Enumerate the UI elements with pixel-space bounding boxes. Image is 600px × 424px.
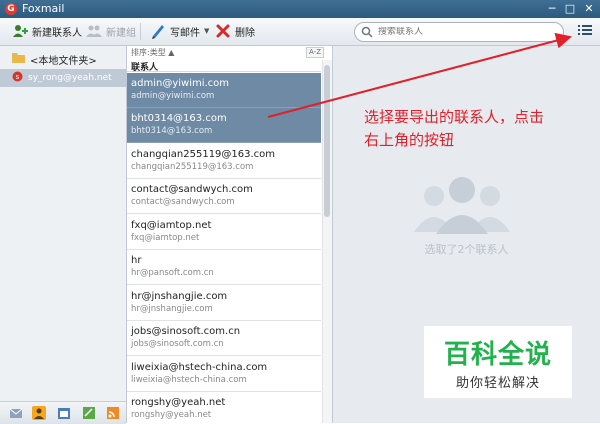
search-box[interactable]	[354, 22, 564, 42]
list-menu-button[interactable]	[575, 22, 595, 40]
contact-row[interactable]: jobs@sinosoft.com.cn jobs@sinosoft.com.c…	[127, 321, 321, 356]
contact-row[interactable]: admin@yiwimi.com admin@yiwimi.com	[127, 73, 321, 108]
contact-email: liweixia@hstech-china.com	[131, 375, 247, 385]
contact-email: hr@pansoft.com.cn	[131, 268, 214, 278]
contacts-icon[interactable]	[32, 406, 46, 420]
local-folder-label: <本地文件夹>	[30, 55, 97, 67]
toolbar: 新建联系人 新建组 写邮件 ▼ 删除	[0, 18, 600, 46]
contact-name: bht0314@163.com	[131, 113, 227, 124]
new-contact-label: 新建联系人	[32, 27, 82, 39]
contact-email: hr@jnshangjie.com	[131, 304, 213, 314]
account-icon: s	[12, 71, 23, 85]
delete-label: 删除	[235, 27, 255, 39]
contact-name: hr	[131, 255, 142, 266]
contact-name: contact@sandwych.com	[131, 184, 253, 195]
contact-email: jobs@sinosoft.com.cn	[131, 339, 224, 349]
selected-contacts-group-icon	[414, 177, 510, 234]
contact-name: liweixia@hstech-china.com	[131, 362, 268, 373]
account-item[interactable]: s sy_rong@yeah.net	[0, 69, 126, 87]
contact-row[interactable]: contact@sandwych.com contact@sandwych.co…	[127, 179, 321, 214]
compose-button[interactable]: 写邮件 ▼	[150, 22, 209, 40]
contact-email: rongshy@yeah.net	[131, 410, 212, 420]
contact-row[interactable]: rongshy@yeah.net rongshy@yeah.net	[127, 392, 321, 423]
contact-name: rongshy@yeah.net	[131, 397, 226, 408]
contact-row[interactable]: hr hr@pansoft.com.cn	[127, 250, 321, 285]
toolbar-separator	[140, 23, 141, 40]
contact-email: bht0314@163.com	[131, 126, 213, 136]
annotation-line: 选择要导出的联系人，点击	[364, 108, 545, 126]
sidebar-bottom-bar	[0, 401, 126, 424]
folder-icon	[12, 52, 25, 66]
contacts-group-header: 联系人	[127, 60, 321, 73]
contact-name: hr@jnshangjie.com	[131, 291, 228, 302]
maximize-button[interactable]: □	[563, 2, 577, 16]
svg-text:s: s	[16, 73, 20, 81]
contact-row[interactable]: bht0314@163.com bht0314@163.com	[127, 108, 321, 143]
az-index-button[interactable]: A-Z	[306, 47, 324, 58]
foxmail-logo-icon: G	[5, 3, 17, 15]
contact-row[interactable]: liweixia@hstech-china.com liweixia@hstec…	[127, 357, 321, 392]
account-label: sy_rong@yeah.net	[28, 73, 112, 83]
close-button[interactable]: ✕	[582, 2, 596, 16]
new-contact-button[interactable]: 新建联系人	[12, 22, 82, 40]
search-icon	[360, 25, 374, 39]
contact-list-pane: 排序:类型 ▲ A-Z 联系人 admin@yiwimi.com admin@y…	[127, 46, 333, 423]
pen-icon	[150, 23, 166, 39]
title-bar: G Foxmail ─ □ ✕	[0, 0, 600, 18]
scrollbar[interactable]	[322, 60, 332, 423]
new-group-label: 新建组	[106, 27, 136, 39]
contact-email: contact@sandwych.com	[131, 197, 235, 207]
sort-bar: 排序:类型 ▲ A-Z	[127, 46, 332, 59]
selection-count-text: 选取了2个联系人	[424, 243, 509, 256]
new-group-button[interactable]: 新建组	[86, 22, 136, 40]
contact-row[interactable]: hr@jnshangjie.com hr@jnshangjie.com	[127, 286, 321, 321]
contact-email: changqian255119@163.com	[131, 162, 254, 172]
local-folder-item[interactable]: <本地文件夹>	[0, 49, 126, 69]
rss-icon[interactable]	[106, 406, 120, 420]
menu-list-icon	[578, 24, 592, 39]
contact-name: admin@yiwimi.com	[131, 78, 230, 89]
watermark-subtitle: 助你轻松解决	[455, 376, 540, 391]
delete-button[interactable]: 删除	[215, 22, 255, 40]
chevron-down-icon[interactable]: ▼	[204, 27, 209, 35]
contact-row[interactable]: changqian255119@163.com changqian255119@…	[127, 144, 321, 179]
contact-name: fxq@iamtop.net	[131, 220, 212, 231]
contact-name: changqian255119@163.com	[131, 149, 276, 160]
contact-row[interactable]: fxq@iamtop.net fxq@iamtop.net	[127, 215, 321, 250]
minimize-button[interactable]: ─	[545, 2, 559, 16]
contact-email: fxq@iamtop.net	[131, 233, 200, 243]
search-input[interactable]	[374, 27, 562, 37]
calendar-icon[interactable]	[57, 406, 71, 420]
contact-email: admin@yiwimi.com	[131, 91, 215, 101]
sort-by-type-button[interactable]: 排序:类型 ▲	[131, 47, 174, 58]
contact-name: jobs@sinosoft.com.cn	[131, 326, 241, 337]
annotation-line: 右上角的按钮	[364, 131, 455, 149]
compose-label: 写邮件	[170, 27, 200, 39]
window-title: Foxmail	[22, 2, 65, 15]
mail-icon[interactable]	[9, 406, 23, 420]
notes-icon[interactable]	[82, 406, 96, 420]
instruction-annotation: 选择要导出的联系人，点击 右上角的按钮	[364, 106, 594, 152]
group-icon	[86, 23, 102, 39]
add-person-icon	[12, 23, 28, 39]
scrollbar-thumb[interactable]	[324, 65, 330, 217]
watermark-logo: 百科全说 助你轻松解决	[424, 326, 572, 398]
watermark-title: 百科全说	[443, 340, 552, 370]
sidebar: <本地文件夹> s sy_rong@yeah.net	[0, 46, 127, 424]
delete-icon	[215, 23, 231, 39]
